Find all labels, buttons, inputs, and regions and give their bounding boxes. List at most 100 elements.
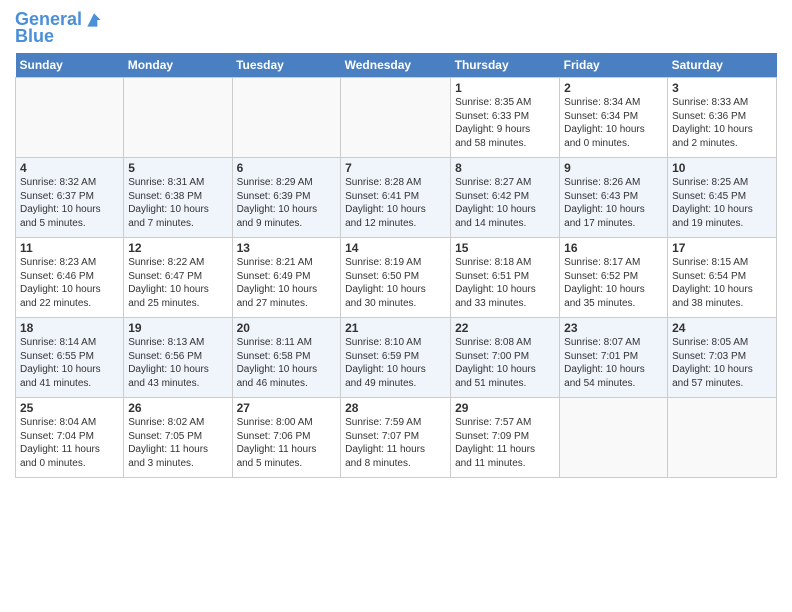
calendar-cell: 13Sunrise: 8:21 AM Sunset: 6:49 PM Dayli… — [232, 238, 341, 318]
day-number: 25 — [20, 401, 119, 415]
calendar-cell: 8Sunrise: 8:27 AM Sunset: 6:42 PM Daylig… — [451, 158, 560, 238]
calendar-cell: 3Sunrise: 8:33 AM Sunset: 6:36 PM Daylig… — [668, 78, 777, 158]
day-detail: Sunrise: 8:13 AM Sunset: 6:56 PM Dayligh… — [128, 336, 227, 390]
calendar-cell: 23Sunrise: 8:07 AM Sunset: 7:01 PM Dayli… — [560, 318, 668, 398]
week-row-3: 11Sunrise: 8:23 AM Sunset: 6:46 PM Dayli… — [16, 238, 777, 318]
calendar-cell — [341, 78, 451, 158]
day-detail: Sunrise: 8:22 AM Sunset: 6:47 PM Dayligh… — [128, 256, 227, 310]
day-detail: Sunrise: 8:29 AM Sunset: 6:39 PM Dayligh… — [237, 176, 337, 230]
page: General Blue SundayMondayTuesdayWednesda… — [0, 0, 792, 612]
calendar-cell: 15Sunrise: 8:18 AM Sunset: 6:51 PM Dayli… — [451, 238, 560, 318]
col-header-monday: Monday — [124, 53, 232, 78]
day-detail: Sunrise: 8:08 AM Sunset: 7:00 PM Dayligh… — [455, 336, 555, 390]
day-detail: Sunrise: 8:00 AM Sunset: 7:06 PM Dayligh… — [237, 416, 337, 470]
col-header-thursday: Thursday — [451, 53, 560, 78]
calendar-cell: 25Sunrise: 8:04 AM Sunset: 7:04 PM Dayli… — [16, 398, 124, 478]
day-number: 14 — [345, 241, 446, 255]
day-number: 1 — [455, 81, 555, 95]
calendar-cell: 18Sunrise: 8:14 AM Sunset: 6:55 PM Dayli… — [16, 318, 124, 398]
day-detail: Sunrise: 8:27 AM Sunset: 6:42 PM Dayligh… — [455, 176, 555, 230]
day-detail: Sunrise: 8:15 AM Sunset: 6:54 PM Dayligh… — [672, 256, 772, 310]
day-detail: Sunrise: 8:11 AM Sunset: 6:58 PM Dayligh… — [237, 336, 337, 390]
calendar-cell — [16, 78, 124, 158]
calendar-cell: 10Sunrise: 8:25 AM Sunset: 6:45 PM Dayli… — [668, 158, 777, 238]
calendar-cell: 7Sunrise: 8:28 AM Sunset: 6:41 PM Daylig… — [341, 158, 451, 238]
day-number: 10 — [672, 161, 772, 175]
day-detail: Sunrise: 8:25 AM Sunset: 6:45 PM Dayligh… — [672, 176, 772, 230]
day-number: 23 — [564, 321, 663, 335]
calendar-cell: 26Sunrise: 8:02 AM Sunset: 7:05 PM Dayli… — [124, 398, 232, 478]
day-detail: Sunrise: 8:14 AM Sunset: 6:55 PM Dayligh… — [20, 336, 119, 390]
day-detail: Sunrise: 8:23 AM Sunset: 6:46 PM Dayligh… — [20, 256, 119, 310]
calendar-cell: 6Sunrise: 8:29 AM Sunset: 6:39 PM Daylig… — [232, 158, 341, 238]
calendar-cell: 28Sunrise: 7:59 AM Sunset: 7:07 PM Dayli… — [341, 398, 451, 478]
calendar-cell: 17Sunrise: 8:15 AM Sunset: 6:54 PM Dayli… — [668, 238, 777, 318]
day-number: 7 — [345, 161, 446, 175]
calendar-cell — [668, 398, 777, 478]
day-detail: Sunrise: 8:04 AM Sunset: 7:04 PM Dayligh… — [20, 416, 119, 470]
day-detail: Sunrise: 8:21 AM Sunset: 6:49 PM Dayligh… — [237, 256, 337, 310]
day-number: 19 — [128, 321, 227, 335]
day-number: 13 — [237, 241, 337, 255]
col-header-wednesday: Wednesday — [341, 53, 451, 78]
day-number: 26 — [128, 401, 227, 415]
day-detail: Sunrise: 8:17 AM Sunset: 6:52 PM Dayligh… — [564, 256, 663, 310]
calendar-cell: 9Sunrise: 8:26 AM Sunset: 6:43 PM Daylig… — [560, 158, 668, 238]
day-detail: Sunrise: 8:32 AM Sunset: 6:37 PM Dayligh… — [20, 176, 119, 230]
calendar-cell — [232, 78, 341, 158]
week-row-2: 4Sunrise: 8:32 AM Sunset: 6:37 PM Daylig… — [16, 158, 777, 238]
calendar-cell — [560, 398, 668, 478]
header: General Blue — [15, 10, 777, 47]
day-number: 5 — [128, 161, 227, 175]
day-detail: Sunrise: 8:26 AM Sunset: 6:43 PM Dayligh… — [564, 176, 663, 230]
logo-icon — [84, 10, 104, 30]
calendar-cell: 27Sunrise: 8:00 AM Sunset: 7:06 PM Dayli… — [232, 398, 341, 478]
week-row-4: 18Sunrise: 8:14 AM Sunset: 6:55 PM Dayli… — [16, 318, 777, 398]
day-number: 22 — [455, 321, 555, 335]
calendar-cell — [124, 78, 232, 158]
calendar-cell: 21Sunrise: 8:10 AM Sunset: 6:59 PM Dayli… — [341, 318, 451, 398]
day-detail: Sunrise: 7:57 AM Sunset: 7:09 PM Dayligh… — [455, 416, 555, 470]
calendar-cell: 14Sunrise: 8:19 AM Sunset: 6:50 PM Dayli… — [341, 238, 451, 318]
day-number: 12 — [128, 241, 227, 255]
day-detail: Sunrise: 8:05 AM Sunset: 7:03 PM Dayligh… — [672, 336, 772, 390]
day-detail: Sunrise: 8:33 AM Sunset: 6:36 PM Dayligh… — [672, 96, 772, 150]
week-row-5: 25Sunrise: 8:04 AM Sunset: 7:04 PM Dayli… — [16, 398, 777, 478]
day-number: 11 — [20, 241, 119, 255]
day-number: 27 — [237, 401, 337, 415]
day-number: 28 — [345, 401, 446, 415]
day-detail: Sunrise: 8:10 AM Sunset: 6:59 PM Dayligh… — [345, 336, 446, 390]
calendar-cell: 20Sunrise: 8:11 AM Sunset: 6:58 PM Dayli… — [232, 318, 341, 398]
calendar-cell: 4Sunrise: 8:32 AM Sunset: 6:37 PM Daylig… — [16, 158, 124, 238]
day-number: 8 — [455, 161, 555, 175]
day-number: 16 — [564, 241, 663, 255]
day-detail: Sunrise: 8:07 AM Sunset: 7:01 PM Dayligh… — [564, 336, 663, 390]
day-number: 21 — [345, 321, 446, 335]
day-number: 20 — [237, 321, 337, 335]
day-detail: Sunrise: 8:31 AM Sunset: 6:38 PM Dayligh… — [128, 176, 227, 230]
day-detail: Sunrise: 8:34 AM Sunset: 6:34 PM Dayligh… — [564, 96, 663, 150]
day-detail: Sunrise: 8:02 AM Sunset: 7:05 PM Dayligh… — [128, 416, 227, 470]
day-detail: Sunrise: 8:28 AM Sunset: 6:41 PM Dayligh… — [345, 176, 446, 230]
logo: General Blue — [15, 10, 104, 47]
calendar-cell: 29Sunrise: 7:57 AM Sunset: 7:09 PM Dayli… — [451, 398, 560, 478]
col-header-sunday: Sunday — [16, 53, 124, 78]
calendar-cell: 2Sunrise: 8:34 AM Sunset: 6:34 PM Daylig… — [560, 78, 668, 158]
col-header-tuesday: Tuesday — [232, 53, 341, 78]
header-row: SundayMondayTuesdayWednesdayThursdayFrid… — [16, 53, 777, 78]
day-detail: Sunrise: 8:35 AM Sunset: 6:33 PM Dayligh… — [455, 96, 555, 150]
day-number: 29 — [455, 401, 555, 415]
day-number: 24 — [672, 321, 772, 335]
week-row-1: 1Sunrise: 8:35 AM Sunset: 6:33 PM Daylig… — [16, 78, 777, 158]
calendar-cell: 5Sunrise: 8:31 AM Sunset: 6:38 PM Daylig… — [124, 158, 232, 238]
calendar-cell: 1Sunrise: 8:35 AM Sunset: 6:33 PM Daylig… — [451, 78, 560, 158]
day-number: 15 — [455, 241, 555, 255]
calendar-cell: 16Sunrise: 8:17 AM Sunset: 6:52 PM Dayli… — [560, 238, 668, 318]
day-number: 18 — [20, 321, 119, 335]
calendar-table: SundayMondayTuesdayWednesdayThursdayFrid… — [15, 53, 777, 478]
calendar-cell: 22Sunrise: 8:08 AM Sunset: 7:00 PM Dayli… — [451, 318, 560, 398]
day-number: 4 — [20, 161, 119, 175]
day-detail: Sunrise: 8:18 AM Sunset: 6:51 PM Dayligh… — [455, 256, 555, 310]
day-number: 3 — [672, 81, 772, 95]
calendar-cell: 24Sunrise: 8:05 AM Sunset: 7:03 PM Dayli… — [668, 318, 777, 398]
